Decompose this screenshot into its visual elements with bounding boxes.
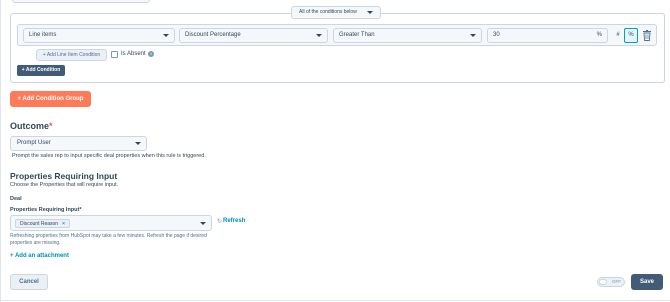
selected-property-tag: Discount Reason × xyxy=(15,219,70,228)
properties-multi-select[interactable]: Discount Reason × xyxy=(10,215,212,231)
add-attachment-link[interactable]: + Add an attachment xyxy=(10,253,69,259)
number-mode-button[interactable]: # xyxy=(612,29,624,42)
value-input-text: 30 xyxy=(493,32,500,38)
percent-mode-button[interactable]: % xyxy=(624,28,638,43)
outcome-heading: Outcome* xyxy=(10,121,53,131)
toggle-state-label: OFF xyxy=(612,279,621,284)
remove-tag-icon[interactable]: × xyxy=(62,221,65,227)
value-suffix: % xyxy=(596,32,602,38)
add-condition-group-button[interactable]: + Add Condition Group xyxy=(10,91,91,107)
property-select-value: Discount Percentage xyxy=(185,32,241,38)
outcome-select[interactable]: Prompt User xyxy=(10,136,147,151)
outcome-heading-text: Outcome xyxy=(10,121,50,131)
chevron-down-icon xyxy=(470,34,476,37)
properties-description: Choose the Properties that will require … xyxy=(10,182,119,188)
is-absent-label: Is Absent xyxy=(121,51,146,57)
object-select-value: Line items xyxy=(29,32,57,38)
tag-label: Discount Reason xyxy=(20,221,59,227)
trash-icon[interactable] xyxy=(642,30,652,41)
toggle-knob xyxy=(599,279,607,285)
required-asterisk: * xyxy=(49,121,53,131)
outcome-select-value: Prompt User xyxy=(17,140,51,146)
chevron-down-icon xyxy=(316,34,322,37)
operator-select-value: Greater Than xyxy=(339,32,375,38)
chevron-down-icon xyxy=(200,222,206,225)
properties-heading: Properties Requiring Input xyxy=(10,171,118,181)
add-line-item-condition-button[interactable]: + Add Line Item Condition xyxy=(36,49,107,61)
refresh-help-text: Refreshing properties from HubSpot may t… xyxy=(10,233,207,246)
value-input[interactable]: 30 % xyxy=(487,28,608,43)
cancel-button[interactable]: Cancel xyxy=(10,274,48,290)
outcome-description: Prompt the sales rep to input specific d… xyxy=(12,153,206,159)
property-select[interactable]: Discount Percentage xyxy=(179,28,328,43)
condition-rule-row: Line items Discount Percentage Greater T… xyxy=(17,24,657,46)
chevron-down-icon xyxy=(135,142,141,145)
chevron-down-icon xyxy=(163,34,169,37)
add-condition-button[interactable]: + Add Condition xyxy=(17,65,65,76)
is-absent-checkbox[interactable] xyxy=(111,51,118,58)
footer-divider xyxy=(0,300,670,301)
object-select[interactable]: Line items xyxy=(23,28,175,43)
deal-section-label: Deal xyxy=(10,196,22,202)
previous-card-fragment xyxy=(12,0,150,3)
chevron-down-icon xyxy=(367,11,373,14)
match-mode-label: All of the conditions below xyxy=(299,9,357,15)
properties-field-label: Properties Requiring Input* xyxy=(10,207,82,213)
match-mode-select[interactable]: All of the conditions below xyxy=(291,6,381,19)
refresh-icon[interactable]: ↻ xyxy=(217,218,222,225)
refresh-link[interactable]: Refresh xyxy=(223,218,245,224)
info-icon[interactable]: i xyxy=(148,51,154,57)
rule-toggle[interactable]: OFF xyxy=(597,277,625,287)
operator-select[interactable]: Greater Than xyxy=(333,28,482,43)
save-button[interactable]: Save xyxy=(631,274,663,290)
